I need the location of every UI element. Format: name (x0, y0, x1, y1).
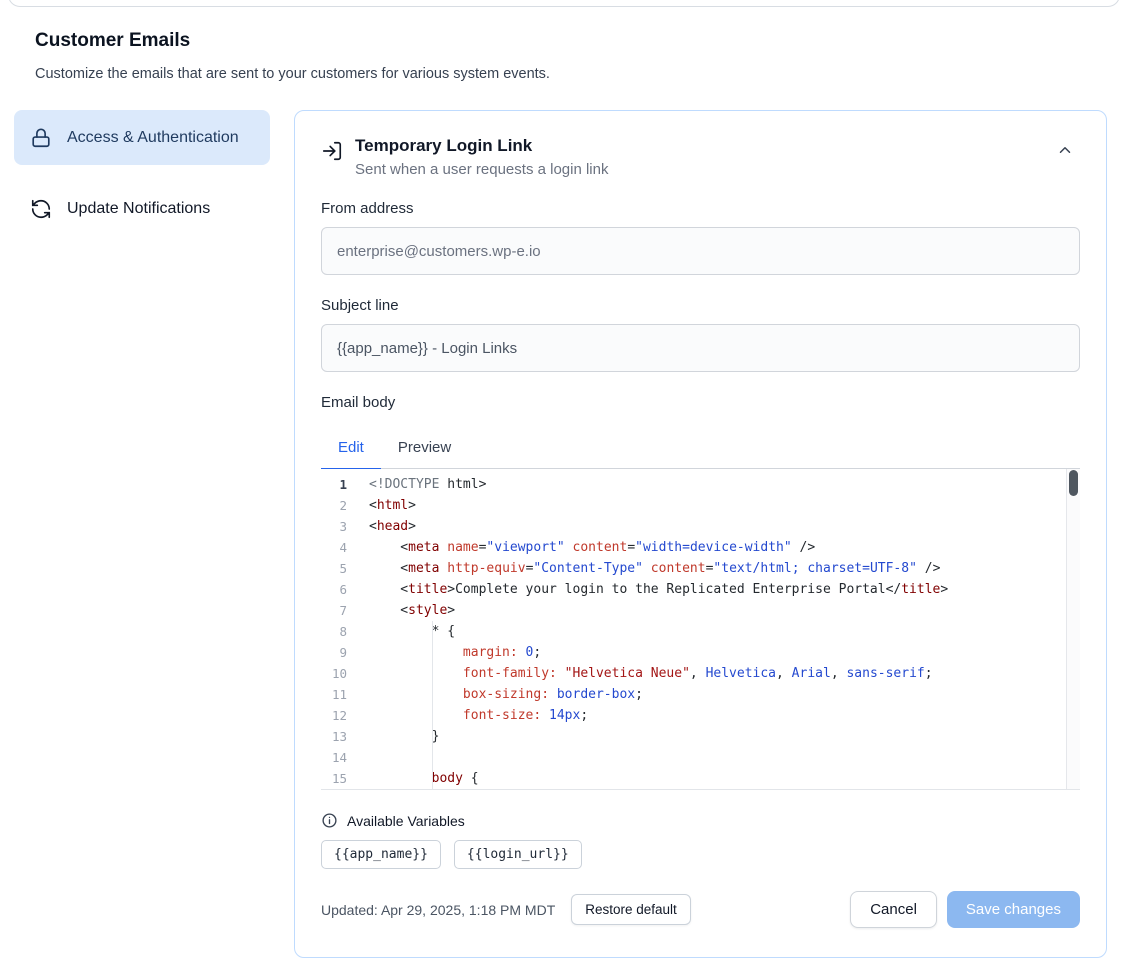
editor-scrollbar[interactable] (1066, 469, 1080, 789)
code-line: * { (369, 621, 1080, 642)
sidebar-item-label: Access & Authentication (67, 126, 239, 149)
code-line: font-family: "Helvetica Neue", Helvetica… (369, 663, 1080, 684)
panel-header: Temporary Login Link Sent when a user re… (321, 135, 1080, 178)
login-icon (321, 140, 343, 162)
code-line: box-sizing: border-box; (369, 684, 1080, 705)
line-number: 4 (321, 537, 347, 558)
line-number: 12 (321, 705, 347, 726)
line-number: 15 (321, 768, 347, 789)
tab-preview[interactable]: Preview (381, 428, 468, 468)
page-subtitle: Customize the emails that are sent to yo… (35, 66, 550, 82)
save-changes-button[interactable]: Save changes (947, 891, 1080, 928)
panel-titles: Temporary Login Link Sent when a user re… (355, 135, 608, 178)
sidebar: Access & Authentication Update Notificat… (14, 110, 270, 236)
code-line: <style> (369, 600, 1080, 621)
line-number: 9 (321, 642, 347, 663)
indent-guide (432, 621, 433, 789)
code-line: <head> (369, 516, 1080, 537)
available-variables-header: Available Variables (321, 812, 1080, 829)
subject-line-input[interactable] (321, 324, 1080, 372)
editor-tabs: Edit Preview (321, 428, 1080, 469)
email-body-label: Email body (321, 394, 1080, 412)
variable-chip-app-name[interactable]: {{app_name}} (321, 840, 441, 869)
page-title: Customer Emails (35, 30, 190, 52)
tab-edit[interactable]: Edit (321, 428, 381, 470)
line-number: 3 (321, 516, 347, 537)
editor-code[interactable]: <!DOCTYPE html><html><head> <meta name="… (347, 469, 1080, 789)
sidebar-item-update-notifications[interactable]: Update Notifications (14, 181, 270, 236)
code-line: <meta http-equiv="Content-Type" content=… (369, 558, 1080, 579)
sync-icon (30, 198, 52, 220)
lock-icon (30, 127, 52, 149)
code-line: margin: 0; (369, 642, 1080, 663)
code-line: } (369, 726, 1080, 747)
updated-timestamp: Updated: Apr 29, 2025, 1:18 PM MDT (321, 902, 555, 918)
subject-line-label: Subject line (321, 297, 1080, 315)
code-line (369, 747, 1080, 768)
code-line: body { (369, 768, 1080, 789)
line-number: 14 (321, 747, 347, 768)
restore-default-button[interactable]: Restore default (571, 894, 691, 925)
chevron-up-icon (1056, 141, 1074, 159)
line-number: 10 (321, 663, 347, 684)
code-editor[interactable]: 12345678910111213141516 <!DOCTYPE html><… (321, 469, 1080, 790)
code-line: <title>Complete your login to the Replic… (369, 579, 1080, 600)
cancel-button[interactable]: Cancel (850, 891, 937, 928)
line-number: 7 (321, 600, 347, 621)
from-address-label: From address (321, 200, 1080, 218)
code-line: font-size: 14px; (369, 705, 1080, 726)
panel-subtitle: Sent when a user requests a login link (355, 161, 608, 178)
line-number: 6 (321, 579, 347, 600)
sidebar-item-access-authentication[interactable]: Access & Authentication (14, 110, 270, 165)
line-number: 5 (321, 558, 347, 579)
code-line: <html> (369, 495, 1080, 516)
line-number: 11 (321, 684, 347, 705)
line-number: 16 (321, 789, 347, 790)
panel-title: Temporary Login Link (355, 135, 608, 157)
sidebar-item-label: Update Notifications (67, 197, 210, 220)
variable-chip-login-url[interactable]: {{login_url}} (454, 840, 582, 869)
panel-footer: Updated: Apr 29, 2025, 1:18 PM MDT Resto… (321, 891, 1080, 928)
top-divider (8, 0, 1120, 7)
variable-chips: {{app_name}} {{login_url}} (321, 840, 1080, 869)
scrollbar-thumb[interactable] (1069, 470, 1078, 496)
code-line: <!DOCTYPE html> (369, 474, 1080, 495)
collapse-button[interactable] (1050, 135, 1080, 165)
line-number: 1 (321, 474, 347, 495)
line-number: 8 (321, 621, 347, 642)
email-template-panel: Temporary Login Link Sent when a user re… (294, 110, 1107, 958)
from-address-input[interactable] (321, 227, 1080, 275)
editor-gutter: 12345678910111213141516 (321, 469, 347, 789)
code-line: <meta name="viewport" content="width=dev… (369, 537, 1080, 558)
line-number: 13 (321, 726, 347, 747)
info-icon (321, 812, 338, 829)
available-variables-label: Available Variables (347, 813, 465, 829)
line-number: 2 (321, 495, 347, 516)
